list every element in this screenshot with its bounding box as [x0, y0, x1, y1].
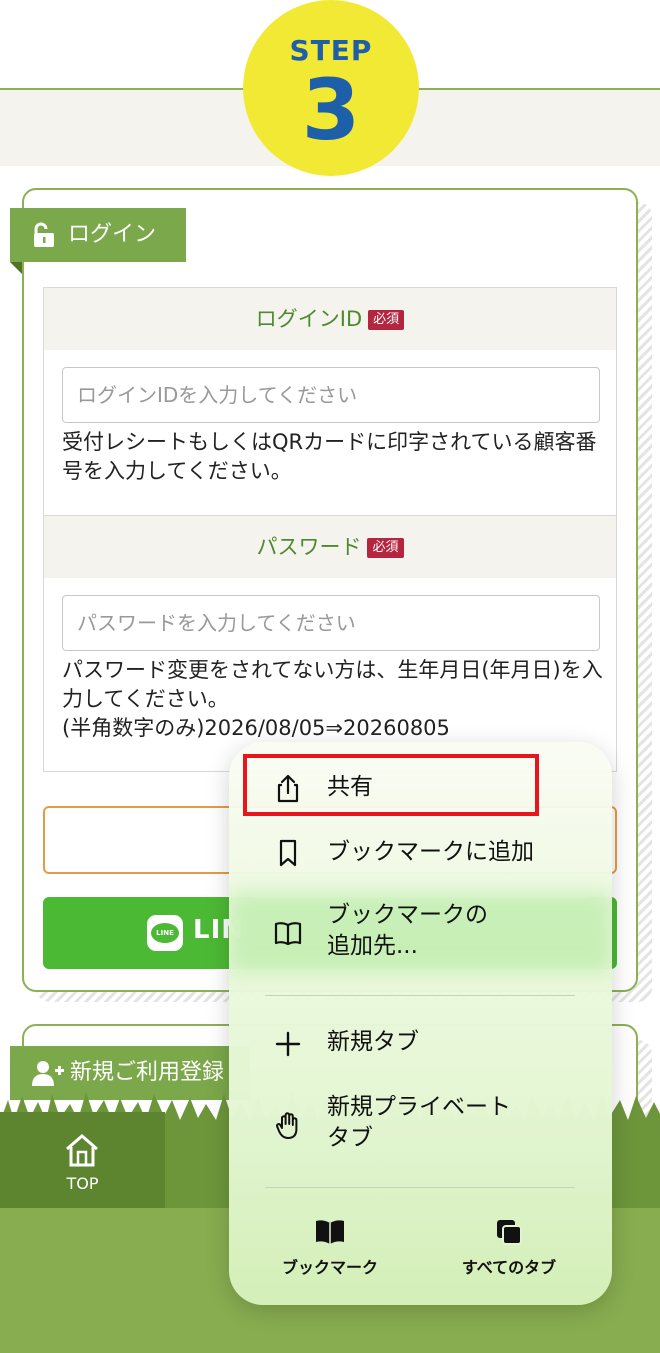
password-input[interactable]: パスワードを入力してください: [62, 595, 600, 651]
login-id-label: ログインID: [255, 307, 363, 331]
menu-item-new-private-tab-line2: タブ: [327, 1125, 373, 1151]
all-tabs-icon: [497, 1220, 522, 1245]
login-ribbon: ログイン: [10, 208, 186, 262]
add-user-icon: [32, 1061, 64, 1086]
bookmarks-book-icon: [316, 1220, 344, 1244]
line-icon: LINE: [147, 915, 183, 951]
home-icon: [66, 1134, 98, 1167]
top-nav-label: TOP: [66, 1174, 99, 1193]
share-highlight-box: [243, 754, 539, 816]
browser-context-menu: 共有 ブックマークに追加 ブックマークの 追加先... 新規タブ 新規プライベー…: [229, 742, 612, 1305]
required-badge: 必須: [368, 310, 405, 330]
menu-item-new-tab-label: 新規タブ: [327, 1029, 419, 1055]
all-tabs-button-label: すべてのタブ: [461, 1258, 557, 1277]
required-badge: 必須: [367, 538, 404, 558]
hand-icon: [276, 1112, 298, 1139]
menu-item-new-private-tab[interactable]: 新規プライベート タブ: [229, 1092, 612, 1156]
book-open-icon: [274, 922, 302, 946]
menu-item-add-bookmark-to-line1: ブックマークの: [327, 902, 488, 928]
menu-item-new-private-tab-line1: 新規プライベート: [327, 1094, 511, 1120]
plus-icon: [275, 1031, 301, 1057]
password-section: パスワード 必須 パスワードを入力してください パスワード変更をされてない方は、生…: [43, 515, 617, 772]
password-help-line2: (半角数字のみ)2026/08/05⇒20260805: [62, 716, 450, 740]
bookmark-icon: [279, 839, 297, 867]
top-nav-button[interactable]: TOP: [0, 1112, 165, 1208]
menu-item-add-bookmark[interactable]: ブックマークに追加: [229, 837, 612, 869]
step-number: 3: [301, 61, 361, 159]
page: STEP 3 ログイン ログインID 必須 ログインIDを入力してください 受付レ…: [0, 0, 660, 1353]
ribbon-fold: [10, 262, 22, 274]
login-id-header: ログインID 必須: [44, 288, 616, 350]
login-ribbon-label: ログイン: [68, 222, 157, 247]
menu-item-new-tab[interactable]: 新規タブ: [229, 1027, 612, 1059]
password-help: パスワード変更をされてない方は、生年月日(年月日)を入力してください。 (半角数…: [62, 656, 607, 743]
login-id-section: ログインID 必須 ログインIDを入力してください 受付レシートもしくはQRカード…: [43, 287, 617, 516]
bookmarks-button[interactable]: ブックマーク: [250, 1218, 410, 1278]
password-help-line1: パスワード変更をされてない方は、生年月日(年月日)を入力してください。: [62, 658, 603, 711]
register-ribbon-label: 新規ご利用登録: [70, 1060, 225, 1085]
step-badge: STEP 3: [243, 0, 419, 176]
all-tabs-button[interactable]: すべてのタブ: [429, 1218, 589, 1278]
login-id-input[interactable]: ログインIDを入力してください: [62, 367, 600, 423]
login-id-help: 受付レシートもしくはQRカードに印字されている顧客番号を入力してください。: [62, 430, 597, 483]
password-header: パスワード 必須: [44, 516, 616, 578]
menu-item-add-bookmark-to[interactable]: ブックマークの 追加先...: [229, 900, 612, 964]
menu-separator: [265, 1187, 575, 1188]
menu-separator: [265, 995, 575, 996]
bookmarks-button-label: ブックマーク: [281, 1258, 378, 1277]
menu-item-add-bookmark-label: ブックマークに追加: [327, 839, 534, 865]
password-label: パスワード: [256, 535, 362, 559]
menu-item-add-bookmark-to-line2: 追加先...: [327, 933, 418, 959]
unlock-icon: [34, 222, 54, 247]
